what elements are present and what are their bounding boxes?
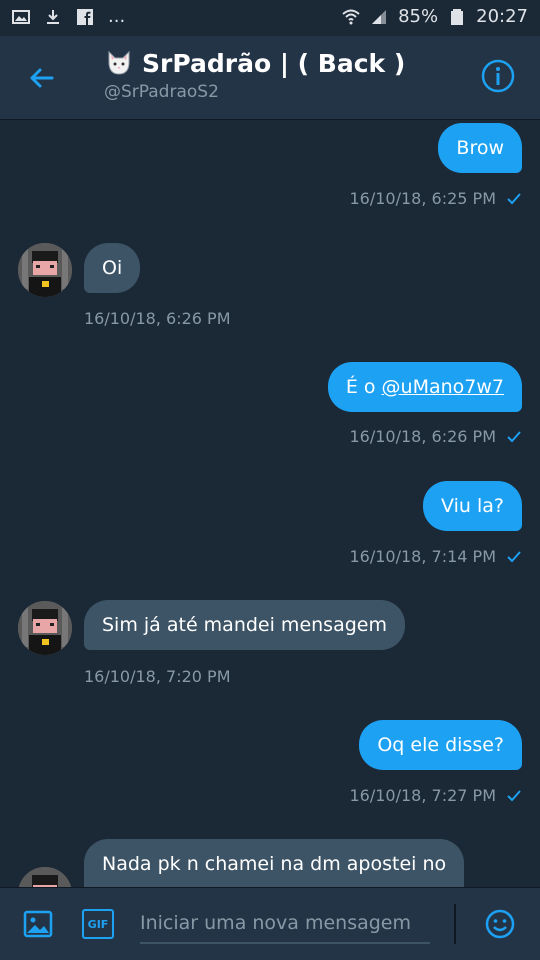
facebook-notification-icon — [77, 8, 93, 25]
message-composer: GIF — [0, 887, 540, 960]
image-notification-icon — [12, 9, 30, 24]
message-bubble[interactable]: Viu la? — [423, 481, 522, 531]
message-input[interactable] — [140, 904, 430, 944]
photo-icon[interactable] — [22, 908, 54, 940]
outgoing-message[interactable]: Brow — [438, 123, 522, 173]
sent-check-icon — [507, 789, 521, 801]
sent-check-icon — [507, 192, 521, 204]
message-bubble[interactable]: Oq ele disse? — [359, 720, 522, 770]
message-timestamp: 16/10/18, 7:27 PM — [350, 786, 523, 805]
message-timestamp: 16/10/18, 6:25 PM — [350, 189, 523, 208]
system-status: 85% 20:27 — [342, 6, 528, 27]
cat-emoji-icon — [108, 50, 130, 75]
message-timestamp: 16/10/18, 6:26 PM — [84, 309, 231, 328]
more-notifications-indicator: ... — [108, 6, 126, 27]
battery-percent: 85% — [398, 6, 439, 27]
avatar[interactable] — [18, 601, 72, 655]
emoji-icon[interactable] — [484, 908, 516, 940]
download-notification-icon — [47, 9, 59, 24]
incoming-message[interactable]: Nada pk n chamei na dm apostei no — [84, 839, 465, 887]
avatar-image — [18, 867, 72, 887]
conversation-handle: @SrPadraoS2 — [104, 82, 219, 102]
clock: 20:27 — [476, 6, 528, 27]
message-bubble[interactable]: Brow — [438, 123, 522, 173]
incoming-message[interactable]: Oi — [84, 243, 141, 293]
mention-link[interactable]: @uMano7w7 — [382, 376, 504, 398]
info-icon[interactable] — [480, 58, 516, 94]
gif-button[interactable]: GIF — [82, 909, 114, 939]
back-arrow-icon[interactable] — [22, 58, 62, 98]
conversation-title-block[interactable]: SrPadrão | ( Back ) @SrPadraoS2 — [104, 48, 406, 103]
timestamp-text: 16/10/18, 7:14 PM — [349, 547, 497, 566]
sent-check-icon — [507, 550, 521, 562]
message-thread[interactable]: Brow 16/10/18, 6:25 PM Oi 16/10/18, 6:26… — [0, 121, 540, 887]
wifi-icon — [342, 9, 360, 24]
avatar-image — [18, 243, 72, 297]
outgoing-message[interactable]: Viu la? — [423, 481, 522, 531]
sent-check-icon — [507, 430, 521, 442]
divider — [454, 904, 456, 944]
notification-icons: ... — [12, 6, 125, 27]
message-timestamp: 16/10/18, 7:20 PM — [84, 667, 231, 686]
message-bubble[interactable]: Oi — [84, 243, 141, 293]
message-timestamp: 16/10/18, 6:26 PM — [350, 427, 523, 446]
timestamp-text: 16/10/18, 7:27 PM — [349, 786, 497, 805]
avatar[interactable] — [18, 867, 72, 887]
conversation-header: SrPadrão | ( Back ) @SrPadraoS2 — [0, 36, 540, 120]
timestamp-text: 16/10/18, 6:25 PM — [349, 189, 497, 208]
message-bubble[interactable]: É o @uMano7w7 — [327, 362, 522, 412]
avatar[interactable] — [18, 243, 72, 297]
avatar-image — [18, 601, 72, 655]
message-bubble[interactable]: Sim já até mandei mensagem — [84, 600, 405, 650]
message-bubble[interactable]: Nada pk n chamei na dm apostei no — [84, 839, 465, 887]
outgoing-message[interactable]: Oq ele disse? — [359, 720, 522, 770]
message-text: É o — [345, 376, 382, 398]
incoming-message[interactable]: Sim já até mandei mensagem — [84, 600, 405, 650]
signal-icon — [372, 9, 387, 24]
battery-icon — [451, 8, 464, 25]
status-bar: ... 85% 20:27 — [0, 0, 540, 36]
timestamp-text: 16/10/18, 6:26 PM — [349, 427, 497, 446]
conversation-title: SrPadrão | ( Back ) — [142, 48, 406, 78]
outgoing-message[interactable]: É o @uMano7w7 — [327, 362, 522, 412]
message-timestamp: 16/10/18, 7:14 PM — [350, 547, 523, 566]
